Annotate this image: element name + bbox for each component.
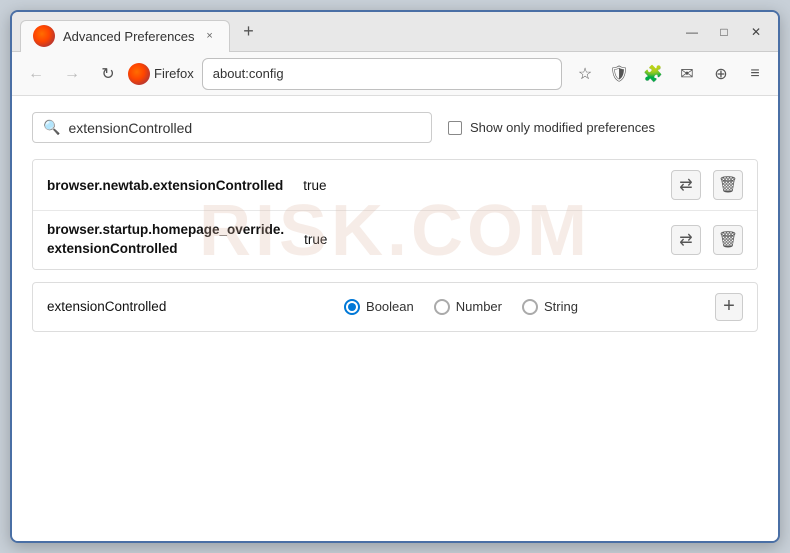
pref-name-2: browser.startup.homepage_override. exten… [47,221,284,259]
pref-value-2: true [304,232,327,247]
string-label: String [544,299,578,314]
refresh-button[interactable]: ↻ [92,58,124,90]
minimize-button[interactable]: — [678,21,706,43]
profile-icon[interactable]: ⊕ [706,59,736,89]
title-bar: Advanced Preferences × + — □ ✕ [12,12,778,52]
tab-close-button[interactable]: × [203,29,217,43]
maximize-button[interactable]: □ [710,21,738,43]
type-radio-group: Boolean Number String [219,299,703,315]
url-text: about:config [213,66,284,81]
url-bar[interactable]: about:config [202,58,562,90]
boolean-label: Boolean [366,299,414,314]
window-controls: — □ ✕ [678,21,770,43]
table-row: browser.newtab.extensionControlled true … [33,160,757,211]
back-button[interactable]: ← [20,58,52,90]
results-table: browser.newtab.extensionControlled true … [32,159,758,270]
delete-icon-1: 🗑 [718,175,738,195]
boolean-radio[interactable] [344,299,360,315]
show-modified-checkbox[interactable] [448,121,462,135]
bookmark-icon[interactable]: ☆ [570,59,600,89]
search-input[interactable] [68,120,421,136]
number-radio[interactable] [434,299,450,315]
show-modified-row: Show only modified preferences [448,120,655,135]
browser-tab[interactable]: Advanced Preferences × [20,20,230,52]
pref-name-1: browser.newtab.extensionControlled [47,178,283,193]
search-bar-row: 🔍 Show only modified preferences [32,112,758,143]
string-option[interactable]: String [522,299,578,315]
search-icon: 🔍 [43,119,60,136]
nav-icon-group: ☆ 🛡 🧩 ✉ ⊕ ≡ [570,59,770,89]
content-area: 🔍 Show only modified preferences browser… [12,96,778,541]
toggle-button-1[interactable]: ⇄ [671,170,701,200]
new-tab-button[interactable]: + [236,19,262,45]
shield-icon[interactable]: 🛡 [604,59,634,89]
tab-title: Advanced Preferences [63,29,195,44]
extension-icon[interactable]: 🧩 [638,59,668,89]
string-radio[interactable] [522,299,538,315]
delete-icon-2: 🗑 [718,230,738,250]
boolean-option[interactable]: Boolean [344,299,414,315]
nav-bar: ← → ↻ Firefox about:config ☆ 🛡 🧩 ✉ ⊕ ≡ [12,52,778,96]
content-wrapper: 🔍 Show only modified preferences browser… [32,112,758,332]
add-pref-row: extensionControlled Boolean Number Strin… [32,282,758,332]
delete-button-1[interactable]: 🗑 [713,170,743,200]
firefox-logo [128,63,150,85]
forward-button[interactable]: → [56,58,88,90]
pref-value-1: true [303,178,326,193]
menu-icon[interactable]: ≡ [740,59,770,89]
delete-button-2[interactable]: 🗑 [713,225,743,255]
toggle-icon-2: ⇄ [679,230,692,250]
search-box[interactable]: 🔍 [32,112,432,143]
tab-favicon [33,25,55,47]
mail-icon[interactable]: ✉ [672,59,702,89]
table-row: browser.startup.homepage_override. exten… [33,211,757,269]
firefox-wordmark: Firefox [154,66,194,81]
toggle-icon-1: ⇄ [679,175,692,195]
show-modified-label: Show only modified preferences [470,120,655,135]
number-option[interactable]: Number [434,299,502,315]
toggle-button-2[interactable]: ⇄ [671,225,701,255]
add-pref-button[interactable]: + [715,293,743,321]
close-button[interactable]: ✕ [742,21,770,43]
number-label: Number [456,299,502,314]
new-pref-name: extensionControlled [47,299,207,314]
